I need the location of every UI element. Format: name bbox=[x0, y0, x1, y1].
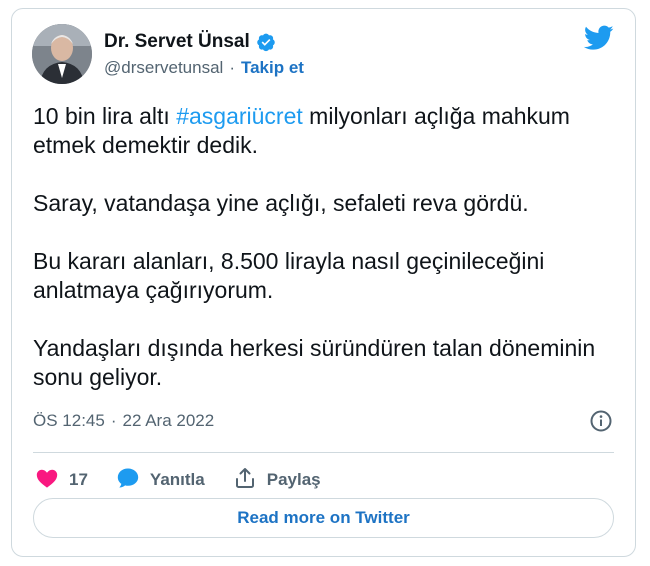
heart-icon bbox=[35, 466, 59, 495]
reply-bubble-icon bbox=[116, 466, 140, 495]
user-handle[interactable]: @drservetunsal bbox=[104, 58, 223, 78]
tweet-date: 22 Ara 2022 bbox=[122, 411, 215, 430]
reply-label: Yanıtla bbox=[149, 470, 205, 489]
tweet-paragraph: 10 bin lira altı #asgariücret milyonları… bbox=[33, 102, 623, 160]
tweet-text: 10 bin lira altı #asgariücret milyonları… bbox=[33, 102, 623, 392]
avatar[interactable] bbox=[32, 24, 92, 84]
separator-dot: · bbox=[110, 411, 117, 430]
divider bbox=[33, 452, 614, 453]
hashtag-link[interactable]: #asgariücret bbox=[176, 103, 303, 129]
twitter-bird-icon[interactable] bbox=[583, 25, 614, 51]
verified-badge-icon bbox=[256, 32, 276, 52]
tweet-paragraph: Bu kararı alanları, 8.500 lirayla nasıl … bbox=[33, 248, 545, 303]
handle-row: @drservetunsal · Takip et bbox=[104, 58, 304, 78]
tweet-text-segment: 10 bin lira altı bbox=[33, 103, 177, 129]
share-button[interactable]: Paylaş bbox=[233, 466, 321, 495]
follow-button[interactable]: Takip et bbox=[241, 58, 304, 78]
action-bar: 17 Yanıtla Paylaş bbox=[35, 461, 349, 499]
share-label: Paylaş bbox=[266, 470, 321, 489]
info-icon[interactable] bbox=[589, 409, 613, 433]
tweet-timestamp[interactable]: ÖS 12:45 · 22 Ara 2022 bbox=[33, 411, 214, 431]
share-icon bbox=[233, 466, 257, 495]
separator-dot: · bbox=[229, 58, 235, 77]
read-more-button[interactable]: Read more on Twitter bbox=[33, 498, 614, 538]
tweet-card: Dr. Servet Ünsal @drservetunsal · Takip … bbox=[11, 8, 636, 557]
name-row: Dr. Servet Ünsal bbox=[104, 31, 276, 53]
reply-button[interactable]: Yanıtla bbox=[116, 466, 205, 495]
like-button[interactable]: 17 bbox=[35, 466, 88, 495]
like-count: 17 bbox=[69, 470, 88, 489]
tweet-paragraph: Yandaşları dışında herkesi süründüren ta… bbox=[33, 335, 596, 390]
tweet-time: ÖS 12:45 bbox=[33, 411, 105, 430]
display-name[interactable]: Dr. Servet Ünsal bbox=[104, 31, 250, 53]
tweet-paragraph: Saray, vatandaşa yine açlığı, sefaleti r… bbox=[33, 190, 529, 216]
